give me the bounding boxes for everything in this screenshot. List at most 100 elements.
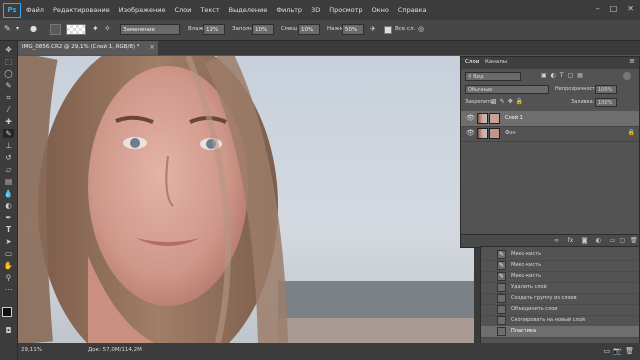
filter-toggle-icon[interactable] <box>623 72 631 80</box>
load-brush-icon[interactable]: ✦ <box>92 24 99 33</box>
visibility-eye-icon[interactable]: 👁 <box>466 114 475 122</box>
history-item-label: Микс-кисть <box>511 251 542 257</box>
link-layers-icon[interactable]: ∞ <box>553 237 560 244</box>
quick-select-tool-icon[interactable]: ✎ <box>3 81 14 90</box>
clone-stamp-tool-icon[interactable]: ⊥ <box>3 141 14 150</box>
menu-file[interactable]: Файл <box>26 6 44 14</box>
history-step-icon <box>497 283 506 292</box>
layer-filter-icons[interactable]: ▣◐T▢▤ <box>541 72 587 79</box>
snapshot-icon[interactable]: 📷 <box>613 347 622 355</box>
new-group-icon[interactable]: ▭ <box>609 237 616 244</box>
add-mask-icon[interactable]: ◙ <box>581 237 588 244</box>
layer-filter-select[interactable]: ⚲ Вид <box>465 72 521 81</box>
menu-select[interactable]: Выделение <box>229 6 268 14</box>
opacity-input[interactable]: 100% <box>595 85 617 94</box>
history-item-label: Объединить слои <box>511 306 558 312</box>
layer-style-icon[interactable]: fx <box>567 237 574 244</box>
eyedropper-tool-icon[interactable]: ⁄ <box>3 105 14 114</box>
clean-brush-icon[interactable]: ✧ <box>104 24 111 33</box>
shape-tool-icon[interactable]: ▭ <box>3 249 14 258</box>
delete-state-icon[interactable]: 🗑 <box>625 347 634 355</box>
layer-row[interactable]: 👁 Слой 1 <box>461 111 639 127</box>
foreground-color-swatch[interactable] <box>2 307 12 317</box>
minimize-icon[interactable]: – <box>596 4 600 13</box>
crop-tool-icon[interactable]: ⌗ <box>3 93 14 102</box>
dodge-tool-icon[interactable]: ◐ <box>3 201 14 210</box>
status-bar: 29,11% Док: 57,0M/114,2M <box>18 343 474 360</box>
brush-panel-icon[interactable] <box>50 24 61 35</box>
path-select-tool-icon[interactable]: ➤ <box>3 237 14 246</box>
gradient-tool-icon[interactable]: ▤ <box>3 177 14 186</box>
panel-dock-header <box>458 41 640 55</box>
type-tool-icon[interactable]: T <box>3 225 14 234</box>
sample-all-checkbox[interactable] <box>384 26 392 34</box>
zoom-level[interactable]: 29,11% <box>21 347 42 353</box>
brush-icon: ✎ <box>497 261 506 270</box>
delete-layer-icon[interactable]: 🗑 <box>630 237 638 244</box>
menu-help[interactable]: Справка <box>398 6 427 14</box>
zoom-tool-icon[interactable]: ⚲ <box>3 273 14 282</box>
menu-image[interactable]: Изображение <box>119 6 166 14</box>
pressure-icon[interactable]: ◎ <box>418 25 424 33</box>
chevron-down-icon[interactable]: ▾ <box>16 25 19 32</box>
search-icon: ⚲ <box>468 74 472 80</box>
panel-menu-icon[interactable]: ≡ <box>629 57 635 65</box>
history-item-label: Создать группу из слоев <box>511 295 577 301</box>
adjustment-layer-icon[interactable]: ◐ <box>595 237 602 244</box>
portrait-photo <box>18 56 474 343</box>
new-document-from-state-icon[interactable]: ▭ <box>603 347 610 355</box>
layer-name[interactable]: Фон <box>505 130 516 136</box>
mixer-brush-tool-icon[interactable]: ✎ <box>3 129 14 138</box>
flow-input[interactable]: 50% <box>342 24 364 35</box>
marquee-tool-icon[interactable]: ⬚ <box>3 57 14 66</box>
blur-tool-icon[interactable]: 💧 <box>3 189 14 198</box>
menu-filter[interactable]: Фильтр <box>276 6 302 14</box>
layer-row[interactable]: 👁 Фон 🔒 <box>461 126 639 142</box>
layer-thumbnail <box>477 128 488 139</box>
maximize-icon[interactable]: □ <box>610 4 618 13</box>
history-footer: ▭ 📷 🗑 <box>474 343 640 360</box>
menu-layers[interactable]: Слои <box>174 6 191 14</box>
document-info: Док: 57,0M/114,2M <box>88 347 142 353</box>
menu-view[interactable]: Просмотр <box>329 6 362 14</box>
blend-combo-select[interactable]: Заменение <box>120 24 180 35</box>
layer-thumbnail <box>489 128 500 139</box>
hand-tool-icon[interactable]: ✋ <box>3 261 14 270</box>
history-step-icon <box>497 316 506 325</box>
history-panel: ✎ Микс-кисть ✎ Микс-кисть ✎ Микс-кисть У… <box>480 246 640 346</box>
tab-layers[interactable]: Слои <box>465 59 479 65</box>
history-brush-tool-icon[interactable]: ↺ <box>3 153 14 162</box>
visibility-eye-icon[interactable]: 👁 <box>466 129 475 137</box>
lock-icons[interactable]: ▨✎✥🔒 <box>491 98 526 105</box>
document-tab[interactable]: IMG_0856.CR2 @ 29,1% (Слой 1, RGB/8) * × <box>18 41 159 55</box>
new-layer-icon[interactable]: ▢ <box>619 237 626 244</box>
history-item-label: Микс-кисть <box>511 273 542 279</box>
menu-type[interactable]: Текст <box>200 6 219 14</box>
tab-strip <box>158 41 458 55</box>
menu-3d[interactable]: 3D <box>311 6 320 14</box>
brush-preset-icon[interactable]: ● <box>30 24 37 33</box>
close-icon[interactable]: ✕ <box>627 4 634 13</box>
lasso-tool-icon[interactable]: ◯ <box>3 69 14 78</box>
move-tool-icon[interactable]: ✥ <box>3 45 14 54</box>
healing-brush-tool-icon[interactable]: ✚ <box>3 117 14 126</box>
blend-mode-select[interactable]: Обычные <box>465 85 549 94</box>
pen-tool-icon[interactable]: ✒ <box>3 213 14 222</box>
menu-window[interactable]: Окно <box>372 6 389 14</box>
layer-name[interactable]: Слой 1 <box>505 115 523 121</box>
mixer-brush-icon[interactable]: ✎ <box>4 24 11 33</box>
load-input[interactable]: 10% <box>252 24 274 35</box>
close-tab-icon[interactable]: × <box>149 43 155 51</box>
tab-channels[interactable]: Каналы <box>485 59 507 65</box>
wet-input[interactable]: 12% <box>203 24 225 35</box>
quick-mask-icon[interactable]: ◘ <box>3 326 14 335</box>
menu-edit[interactable]: Редактирование <box>53 6 110 14</box>
more-tools-icon[interactable]: ⋯ <box>3 285 14 294</box>
eraser-tool-icon[interactable]: ▱ <box>3 165 14 174</box>
airbrush-icon[interactable]: ✈ <box>370 25 376 33</box>
document-canvas[interactable] <box>18 56 474 343</box>
history-item-selected[interactable]: Пластика <box>481 326 639 338</box>
load-color-swatch[interactable] <box>66 24 86 35</box>
mix-input[interactable]: 10% <box>298 24 320 35</box>
fill-input[interactable]: 100% <box>595 98 617 107</box>
